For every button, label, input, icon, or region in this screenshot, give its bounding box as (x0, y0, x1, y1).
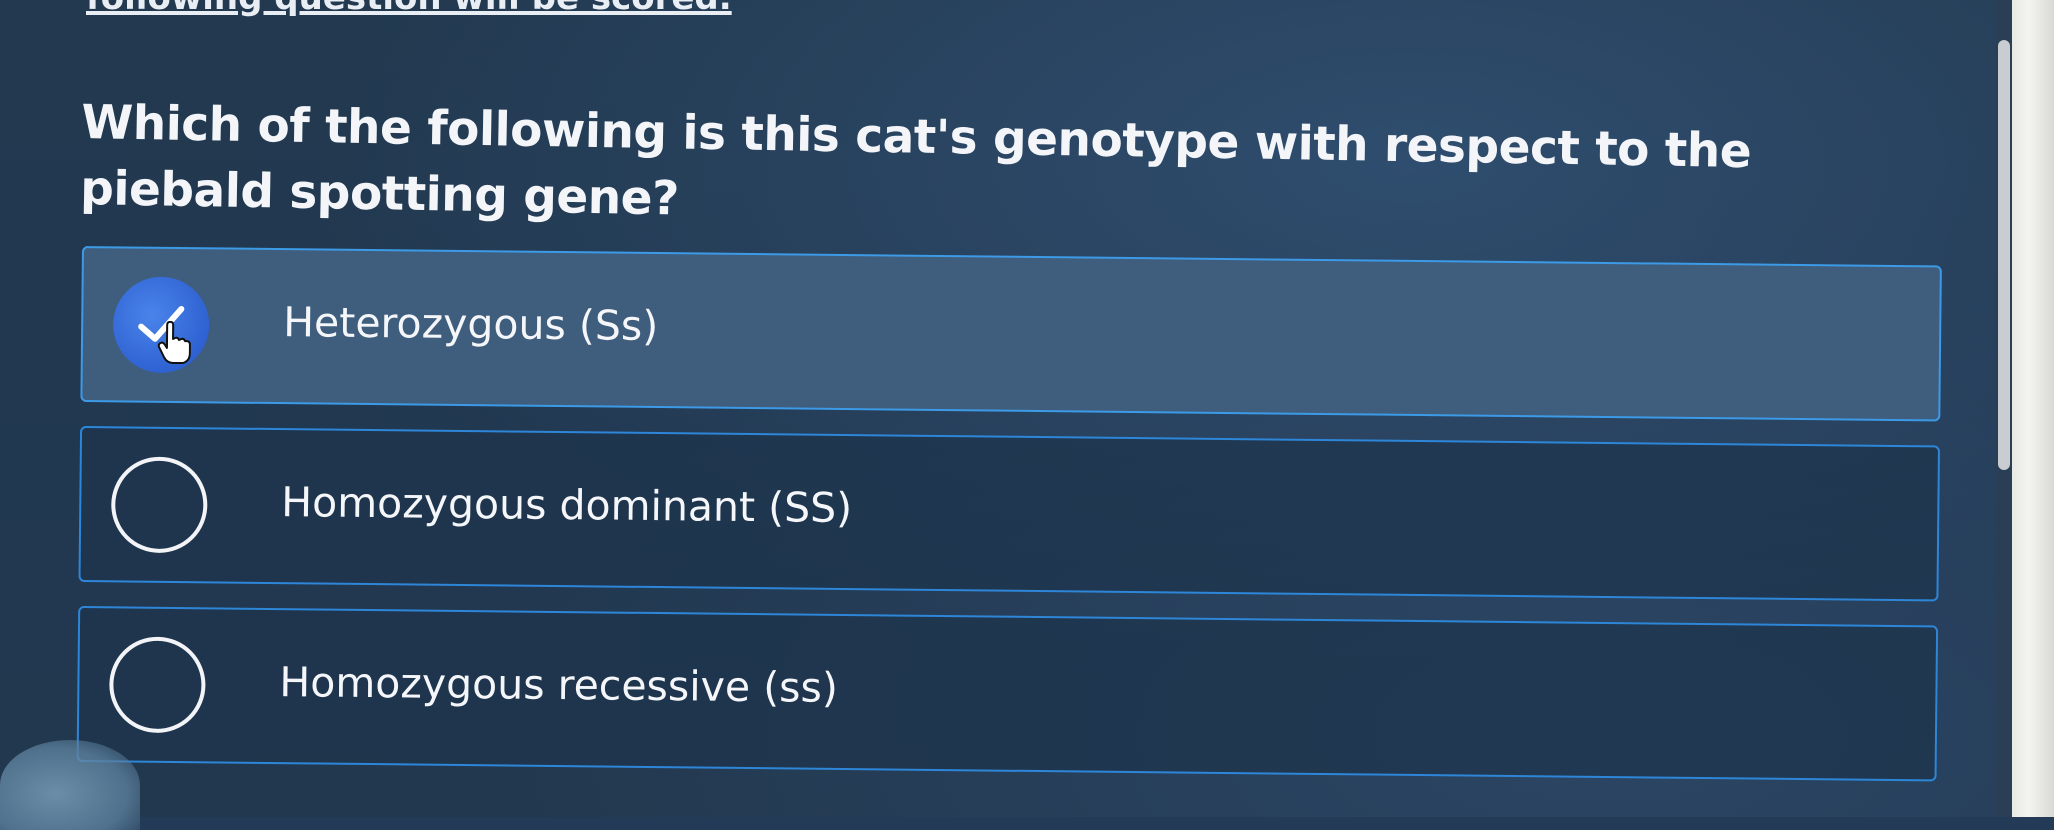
option-heterozygous[interactable]: Heterozygous (Ss) (80, 246, 1942, 422)
option-label: Homozygous dominant (SS) (281, 478, 853, 533)
instructions-text: following question will be scored. (86, 0, 732, 18)
quiz-screen: following question will be scored. Which… (0, 0, 2012, 830)
radio-selected[interactable] (112, 276, 210, 374)
option-homozygous-dominant[interactable]: Homozygous dominant (SS) (78, 425, 1941, 602)
scrollbar[interactable] (1996, 0, 2012, 817)
option-label: Heterozygous (Ss) (282, 298, 659, 351)
radio-button[interactable] (108, 636, 206, 734)
scroll-thumb[interactable] (1998, 40, 2010, 470)
radio-button[interactable] (110, 456, 208, 554)
answer-options: Heterozygous (Ss) Homozygous dominant (S… (76, 246, 1942, 805)
hand-pointer-icon (157, 320, 191, 365)
option-label: Homozygous recessive (ss) (279, 658, 839, 712)
monitor-bezel (2012, 0, 2054, 817)
option-homozygous-recessive[interactable]: Homozygous recessive (ss) (76, 605, 1939, 782)
question-text: Which of the following is this cat's gen… (79, 94, 1752, 227)
